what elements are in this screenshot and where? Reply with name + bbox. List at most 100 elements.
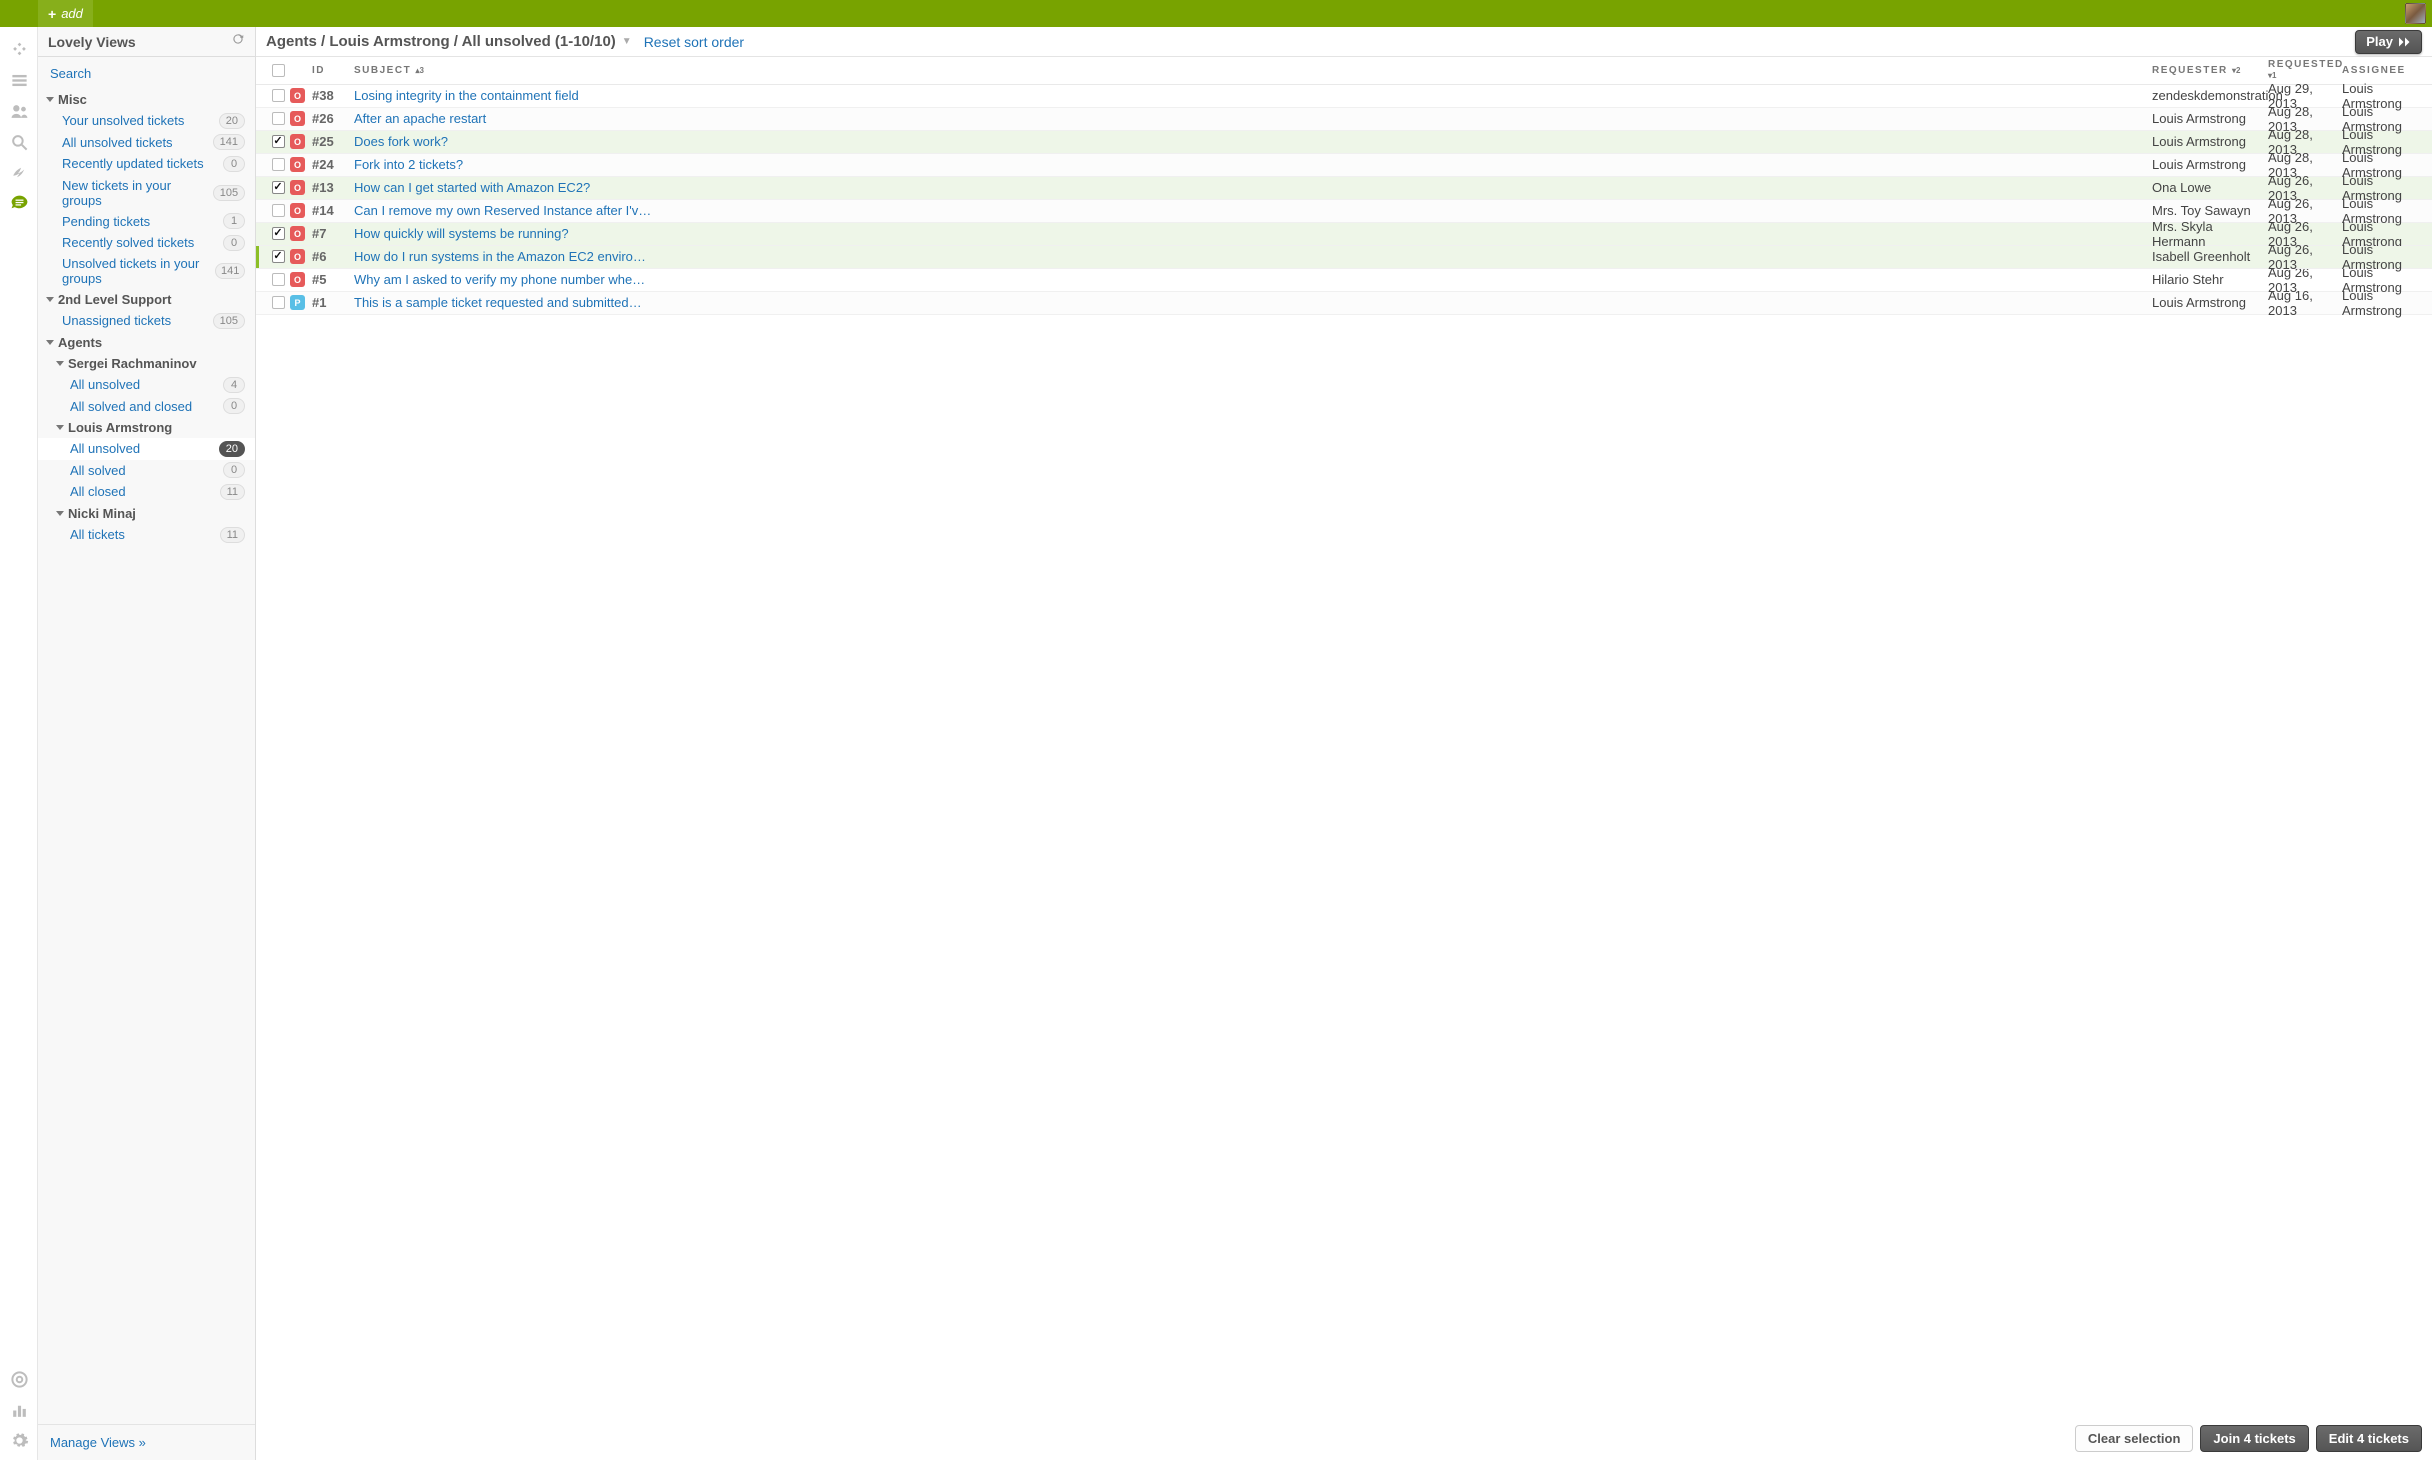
row-checkbox[interactable] — [272, 296, 285, 309]
requester-cell: zendeskdemonstration — [2152, 88, 2268, 103]
ticket-id: #13 — [312, 180, 354, 195]
row-checkbox[interactable] — [272, 112, 285, 125]
add-button[interactable]: + add — [38, 0, 93, 27]
refresh-icon[interactable] — [231, 32, 245, 51]
avatar[interactable] — [2405, 3, 2426, 24]
col-requested[interactable]: REQUESTED ▾1 — [2268, 59, 2342, 81]
ticket-table: ID SUBJECT ▴3 REQUESTER ▾2 REQUESTED ▾1 … — [256, 57, 2432, 315]
caret-down-icon — [46, 297, 54, 302]
settings-icon[interactable] — [0, 1425, 38, 1456]
help-icon[interactable] — [0, 1364, 38, 1395]
ticket-subject-link[interactable]: Losing integrity in the containment fiel… — [354, 88, 2144, 103]
clear-selection-button[interactable]: Clear selection — [2075, 1425, 2194, 1452]
requester-cell: Louis Armstrong — [2152, 134, 2268, 149]
col-assignee[interactable]: ASSIGNEE — [2342, 65, 2422, 76]
row-checkbox[interactable] — [272, 273, 285, 286]
users-icon[interactable] — [0, 96, 38, 127]
main-panel: Agents / Louis Armstrong / All unsolved … — [256, 27, 2432, 1460]
forward-icon — [2399, 37, 2411, 47]
row-checkbox[interactable] — [272, 250, 285, 263]
ticket-subject-link[interactable]: How can I get started with Amazon EC2? — [354, 180, 2144, 195]
table-row[interactable]: O#5Why am I asked to verify my phone num… — [256, 269, 2432, 292]
table-row[interactable]: O#13How can I get started with Amazon EC… — [256, 177, 2432, 200]
ticket-id: #5 — [312, 272, 354, 287]
ticket-subject-link[interactable]: Fork into 2 tickets? — [354, 157, 2144, 172]
caret-down-icon — [46, 340, 54, 345]
row-checkbox[interactable] — [272, 204, 285, 217]
manage-views-link[interactable]: Manage Views » — [50, 1435, 146, 1450]
count-badge: 1 — [223, 213, 245, 229]
edit-tickets-button[interactable]: Edit 4 tickets — [2316, 1425, 2422, 1452]
ticket-subject-link[interactable]: How do I run systems in the Amazon EC2 e… — [354, 249, 2144, 264]
sidebar-search-link[interactable]: Search — [50, 66, 91, 81]
ticket-subject-link[interactable]: This is a sample ticket requested and su… — [354, 295, 2144, 310]
group-misc[interactable]: Misc — [38, 89, 255, 110]
requester-cell: Mrs. Toy Sawayn — [2152, 203, 2268, 218]
sidebar-item[interactable]: All unsolved tickets141 — [38, 132, 255, 154]
count-badge: 20 — [219, 441, 245, 457]
count-badge: 105 — [213, 185, 245, 201]
table-row[interactable]: O#24Fork into 2 tickets?Louis ArmstrongA… — [256, 154, 2432, 177]
table-row[interactable]: O#14Can I remove my own Reserved Instanc… — [256, 200, 2432, 223]
col-subject[interactable]: SUBJECT ▴3 — [354, 65, 2152, 76]
menu-icon[interactable] — [0, 66, 38, 97]
count-badge: 11 — [220, 527, 245, 543]
play-button[interactable]: Play — [2355, 30, 2422, 54]
ticket-subject-link[interactable]: How quickly will systems be running? — [354, 226, 2144, 241]
sidebar-item[interactable]: New tickets in your groups105 — [38, 175, 255, 211]
count-badge: 4 — [223, 377, 245, 393]
table-row[interactable]: O#25Does fork work?Louis ArmstrongAug 28… — [256, 131, 2432, 154]
row-checkbox[interactable] — [272, 158, 285, 171]
row-checkbox[interactable] — [272, 89, 285, 102]
ticket-subject-link[interactable]: After an apache restart — [354, 111, 2144, 126]
sidebar-item[interactable]: Pending tickets1 — [38, 210, 255, 232]
sidebar-item[interactable]: Your unsolved tickets20 — [38, 110, 255, 132]
row-checkbox[interactable] — [272, 181, 285, 194]
table-row[interactable]: O#26After an apache restartLouis Armstro… — [256, 108, 2432, 131]
sidebar-item[interactable]: All unsolved20 — [38, 438, 255, 460]
table-row[interactable]: O#6How do I run systems in the Amazon EC… — [256, 246, 2432, 269]
requester-cell: Mrs. Skyla Hermann — [2152, 219, 2268, 249]
breadcrumb[interactable]: Agents / Louis Armstrong / All unsolved … — [266, 33, 632, 50]
sidebar-item[interactable]: All tickets11 — [38, 524, 255, 546]
col-requester[interactable]: REQUESTER ▾2 — [2152, 65, 2268, 76]
views-icon[interactable] — [0, 188, 38, 219]
ticket-id: #6 — [312, 249, 354, 264]
ticket-subject-link[interactable]: Does fork work? — [354, 134, 2144, 149]
select-all-checkbox[interactable] — [272, 64, 285, 77]
table-row[interactable]: P#1This is a sample ticket requested and… — [256, 292, 2432, 315]
sidebar-item[interactable]: All unsolved4 — [38, 374, 255, 396]
table-row[interactable]: O#7How quickly will systems be running?M… — [256, 223, 2432, 246]
sidebar-item[interactable]: Recently updated tickets0 — [38, 153, 255, 175]
agent-nicki[interactable]: Nicki Minaj — [38, 503, 255, 524]
ticket-id: #38 — [312, 88, 354, 103]
ticket-subject-link[interactable]: Why am I asked to verify my phone number… — [354, 272, 2144, 287]
sidebar-header: Lovely Views — [38, 27, 255, 57]
status-badge: O — [290, 157, 305, 172]
join-tickets-button[interactable]: Join 4 tickets — [2200, 1425, 2308, 1452]
count-badge: 105 — [213, 313, 245, 329]
sidebar-item[interactable]: Recently solved tickets0 — [38, 232, 255, 254]
search-icon[interactable] — [0, 127, 38, 158]
top-bar: + add — [0, 0, 2432, 27]
dashboard-icon[interactable] — [0, 35, 38, 66]
sidebar-item[interactable]: All closed11 — [38, 481, 255, 503]
group-2nd-level[interactable]: 2nd Level Support — [38, 289, 255, 310]
sidebar-item[interactable]: All solved and closed0 — [38, 395, 255, 417]
sidebar-item[interactable]: Unassigned tickets105 — [38, 310, 255, 332]
scratch-icon[interactable] — [0, 157, 38, 188]
ticket-subject-link[interactable]: Can I remove my own Reserved Instance af… — [354, 203, 2144, 218]
agent-louis[interactable]: Louis Armstrong — [38, 417, 255, 438]
agent-sergei[interactable]: Sergei Rachmaninov — [38, 353, 255, 374]
reset-sort-link[interactable]: Reset sort order — [644, 34, 744, 50]
ticket-id: #25 — [312, 134, 354, 149]
group-agents[interactable]: Agents — [38, 332, 255, 353]
row-checkbox[interactable] — [272, 227, 285, 240]
row-checkbox[interactable] — [272, 135, 285, 148]
col-id[interactable]: ID — [312, 65, 354, 76]
sidebar-item[interactable]: All solved0 — [38, 460, 255, 482]
reports-icon[interactable] — [0, 1395, 38, 1426]
ticket-id: #14 — [312, 203, 354, 218]
table-row[interactable]: O#38Losing integrity in the containment … — [256, 85, 2432, 108]
sidebar-item[interactable]: Unsolved tickets in your groups141 — [38, 254, 255, 290]
